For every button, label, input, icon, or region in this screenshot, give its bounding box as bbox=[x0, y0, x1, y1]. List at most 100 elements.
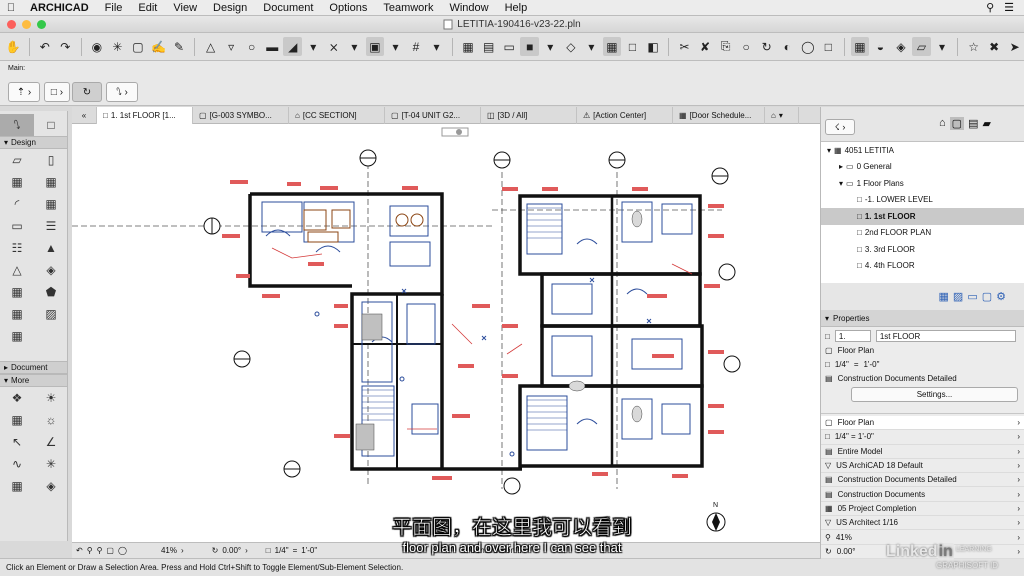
shell-tool-icon[interactable]: △ bbox=[0, 259, 34, 281]
slab-tool-icon[interactable]: ▭ bbox=[0, 215, 34, 237]
navigator-item-3rd-floor[interactable]: □ 3. 3rd FLOOR bbox=[821, 241, 1024, 258]
pick-up-icon[interactable]: ✍ bbox=[149, 37, 168, 56]
toolbox-section-document[interactable]: ▸ Document bbox=[0, 361, 67, 374]
detail-row-dimension[interactable]: ▽ US Architect 1/16 › bbox=[821, 516, 1024, 531]
model-view-value[interactable]: Construction... bbox=[470, 546, 522, 555]
detail-row-model[interactable]: ▤ Entire Model › bbox=[821, 445, 1024, 459]
lamp-tool-icon[interactable]: ☼ bbox=[34, 409, 68, 431]
zone-tool-icon[interactable]: ▦ bbox=[0, 303, 34, 325]
detail-row-pen-set[interactable]: ▤ Construction Documents › bbox=[821, 487, 1024, 502]
selection-method-button[interactable]: ⇡ › bbox=[8, 82, 40, 102]
view-map-icon[interactable]: ▢ bbox=[949, 117, 965, 130]
detail-row-layer[interactable]: ▽ US ArchiCAD 18 Default › bbox=[821, 459, 1024, 474]
tab-t-04-unit[interactable]: ▢ [T-04 UNIT G2... bbox=[385, 106, 481, 124]
render-icon[interactable]: ◒ bbox=[871, 37, 890, 56]
door-tool-icon[interactable]: ◜ bbox=[0, 193, 34, 215]
undo-icon[interactable]: ↶ bbox=[36, 37, 55, 56]
tab-3d-all[interactable]: ◫ [3D / All] bbox=[481, 106, 577, 124]
tab-cc-section[interactable]: ⌂ [CC SECTION] bbox=[289, 106, 385, 124]
marquee-shape-button[interactable]: □ › bbox=[44, 82, 70, 102]
layout-book-icon[interactable]: ▤ bbox=[968, 117, 978, 130]
grid-snap-icon[interactable]: ◢ bbox=[283, 37, 303, 56]
wall-ends-icon[interactable]: ▤ bbox=[479, 37, 498, 56]
clone-folder-icon[interactable]: ▨ bbox=[953, 290, 963, 303]
angle-tool-icon[interactable]: ∠ bbox=[34, 431, 68, 453]
railing-tool-icon[interactable]: ☷ bbox=[0, 237, 34, 259]
spotlight-icon[interactable]: ⚲ bbox=[986, 1, 994, 14]
mirror-icon[interactable]: ◐ bbox=[778, 37, 797, 56]
tab-list-dropdown[interactable]: ⌂ ▾ bbox=[765, 106, 799, 124]
compare-icon[interactable]: ◧ bbox=[644, 37, 663, 56]
dropdown-chevron-icon[interactable]: ▾ bbox=[427, 37, 446, 56]
tile-icon[interactable]: ▦ bbox=[602, 37, 622, 56]
menu-view[interactable]: View bbox=[165, 2, 205, 14]
navigator-mode-button[interactable]: ☇ › bbox=[825, 119, 855, 135]
object-library-tool-icon[interactable]: ▨ bbox=[34, 303, 68, 325]
pointer-mode-button[interactable]: ⭛ › bbox=[106, 82, 138, 102]
guide-offset-icon[interactable]: ▿ bbox=[222, 37, 241, 56]
menu-document[interactable]: Document bbox=[255, 2, 321, 14]
morph-tool-icon[interactable]: ⬟ bbox=[34, 281, 68, 303]
zoom-window-button[interactable] bbox=[37, 20, 46, 29]
view-name-field[interactable]: 1st FLOOR bbox=[875, 330, 1016, 342]
split-icon[interactable]: ⎘ bbox=[716, 37, 735, 56]
rotate-icon[interactable]: ↻ bbox=[757, 37, 776, 56]
tab-1st-floor[interactable]: □ 1. 1st FLOOR [1... bbox=[97, 106, 193, 124]
object-tool-icon[interactable]: ▦ bbox=[34, 193, 68, 215]
navigator-item-2nd-floor[interactable]: □ 2nd FLOOR PLAN bbox=[821, 225, 1024, 242]
favorites-icon[interactable]: ☆ bbox=[964, 37, 983, 56]
view-id-field[interactable]: 1. bbox=[834, 330, 871, 342]
show-hide-icon[interactable]: □ bbox=[623, 37, 642, 56]
window-tool-icon[interactable]: ▦ bbox=[34, 171, 68, 193]
menu-file[interactable]: File bbox=[97, 2, 131, 14]
mesh-tool-icon[interactable]: ▦ bbox=[0, 325, 34, 347]
grid-icon[interactable]: # bbox=[407, 37, 426, 56]
zoom-in-icon[interactable]: ⚲ bbox=[87, 546, 93, 555]
adjust-icon[interactable]: ○ bbox=[737, 37, 756, 56]
detail-row-mvo[interactable]: ▤ Construction Documents Detailed › bbox=[821, 473, 1024, 488]
marquee-icon[interactable]: ▢ bbox=[129, 37, 148, 56]
menu-options[interactable]: Options bbox=[321, 2, 375, 14]
floor-plan-drawing[interactable]: N bbox=[72, 124, 820, 542]
navigator-item-floor-plans[interactable]: ▾ ▭ 1 Floor Plans bbox=[821, 175, 1024, 192]
hotspot-tool-icon[interactable]: ❖ bbox=[0, 387, 34, 409]
dropdown-chevron-icon[interactable]: ▾ bbox=[386, 37, 405, 56]
change-tool-icon[interactable]: ◈ bbox=[34, 475, 68, 497]
menu-teamwork[interactable]: Teamwork bbox=[375, 2, 441, 14]
snap-points-icon[interactable]: ⨯ bbox=[325, 37, 344, 56]
menu-design[interactable]: Design bbox=[205, 2, 255, 14]
dropdown-chevron-icon[interactable]: ▾ bbox=[582, 37, 601, 56]
tab-action-center[interactable]: ⚠ [Action Center] bbox=[577, 106, 673, 124]
navigator-item-general[interactable]: ▸ ▭ 0 General bbox=[821, 159, 1024, 176]
trace-icon[interactable]: ◇ bbox=[562, 37, 581, 56]
arrow-tool-icon[interactable]: ⭛ bbox=[0, 114, 34, 136]
wall-tool-icon[interactable]: ▱ bbox=[0, 149, 34, 171]
new-view-icon[interactable]: ▦ bbox=[939, 290, 949, 303]
undo-zoom-icon[interactable]: ↶ bbox=[76, 546, 83, 555]
guide-line-icon[interactable]: △ bbox=[201, 37, 220, 56]
navigation-icon[interactable]: ▱ bbox=[912, 37, 931, 56]
skylight-tool-icon[interactable]: ◈ bbox=[34, 259, 68, 281]
zoom-out-icon[interactable]: ⚲ bbox=[97, 546, 103, 555]
new-folder-icon[interactable]: ▭ bbox=[967, 290, 977, 303]
close-window-button[interactable] bbox=[7, 20, 16, 29]
gravity-icon[interactable]: ▬ bbox=[263, 37, 282, 56]
marquee-tool-icon[interactable]: □ bbox=[34, 114, 68, 136]
elevate-icon[interactable]: □ bbox=[819, 37, 838, 56]
goto-icon[interactable]: ➤ bbox=[1005, 37, 1024, 56]
delete-view-icon[interactable]: ▢ bbox=[982, 290, 992, 303]
trim-icon[interactable]: ✘ bbox=[696, 37, 715, 56]
navigator-item-lower-level[interactable]: □ -1. LOWER LEVEL bbox=[821, 192, 1024, 209]
navigator-item-1st-floor[interactable]: □ 1. 1st FLOOR bbox=[821, 208, 1024, 225]
dropdown-chevron-icon[interactable]: ▾ bbox=[345, 37, 364, 56]
tab-door-schedule[interactable]: ▦ [Door Schedule... bbox=[673, 106, 765, 124]
layer-combo-icon[interactable]: ▣ bbox=[365, 37, 385, 56]
scale-value[interactable]: 1/4" bbox=[275, 546, 289, 555]
menu-help[interactable]: Help bbox=[497, 2, 536, 14]
spline-tool-icon[interactable]: ∿ bbox=[0, 453, 34, 475]
3d-view-icon[interactable]: ▦ bbox=[850, 37, 870, 56]
publisher-icon[interactable]: ▰ bbox=[982, 117, 990, 130]
angle-value[interactable]: 0.00° bbox=[222, 546, 241, 555]
scissors-icon[interactable]: ✂ bbox=[675, 37, 694, 56]
marquee-mode-button[interactable]: ↻ bbox=[72, 82, 102, 102]
